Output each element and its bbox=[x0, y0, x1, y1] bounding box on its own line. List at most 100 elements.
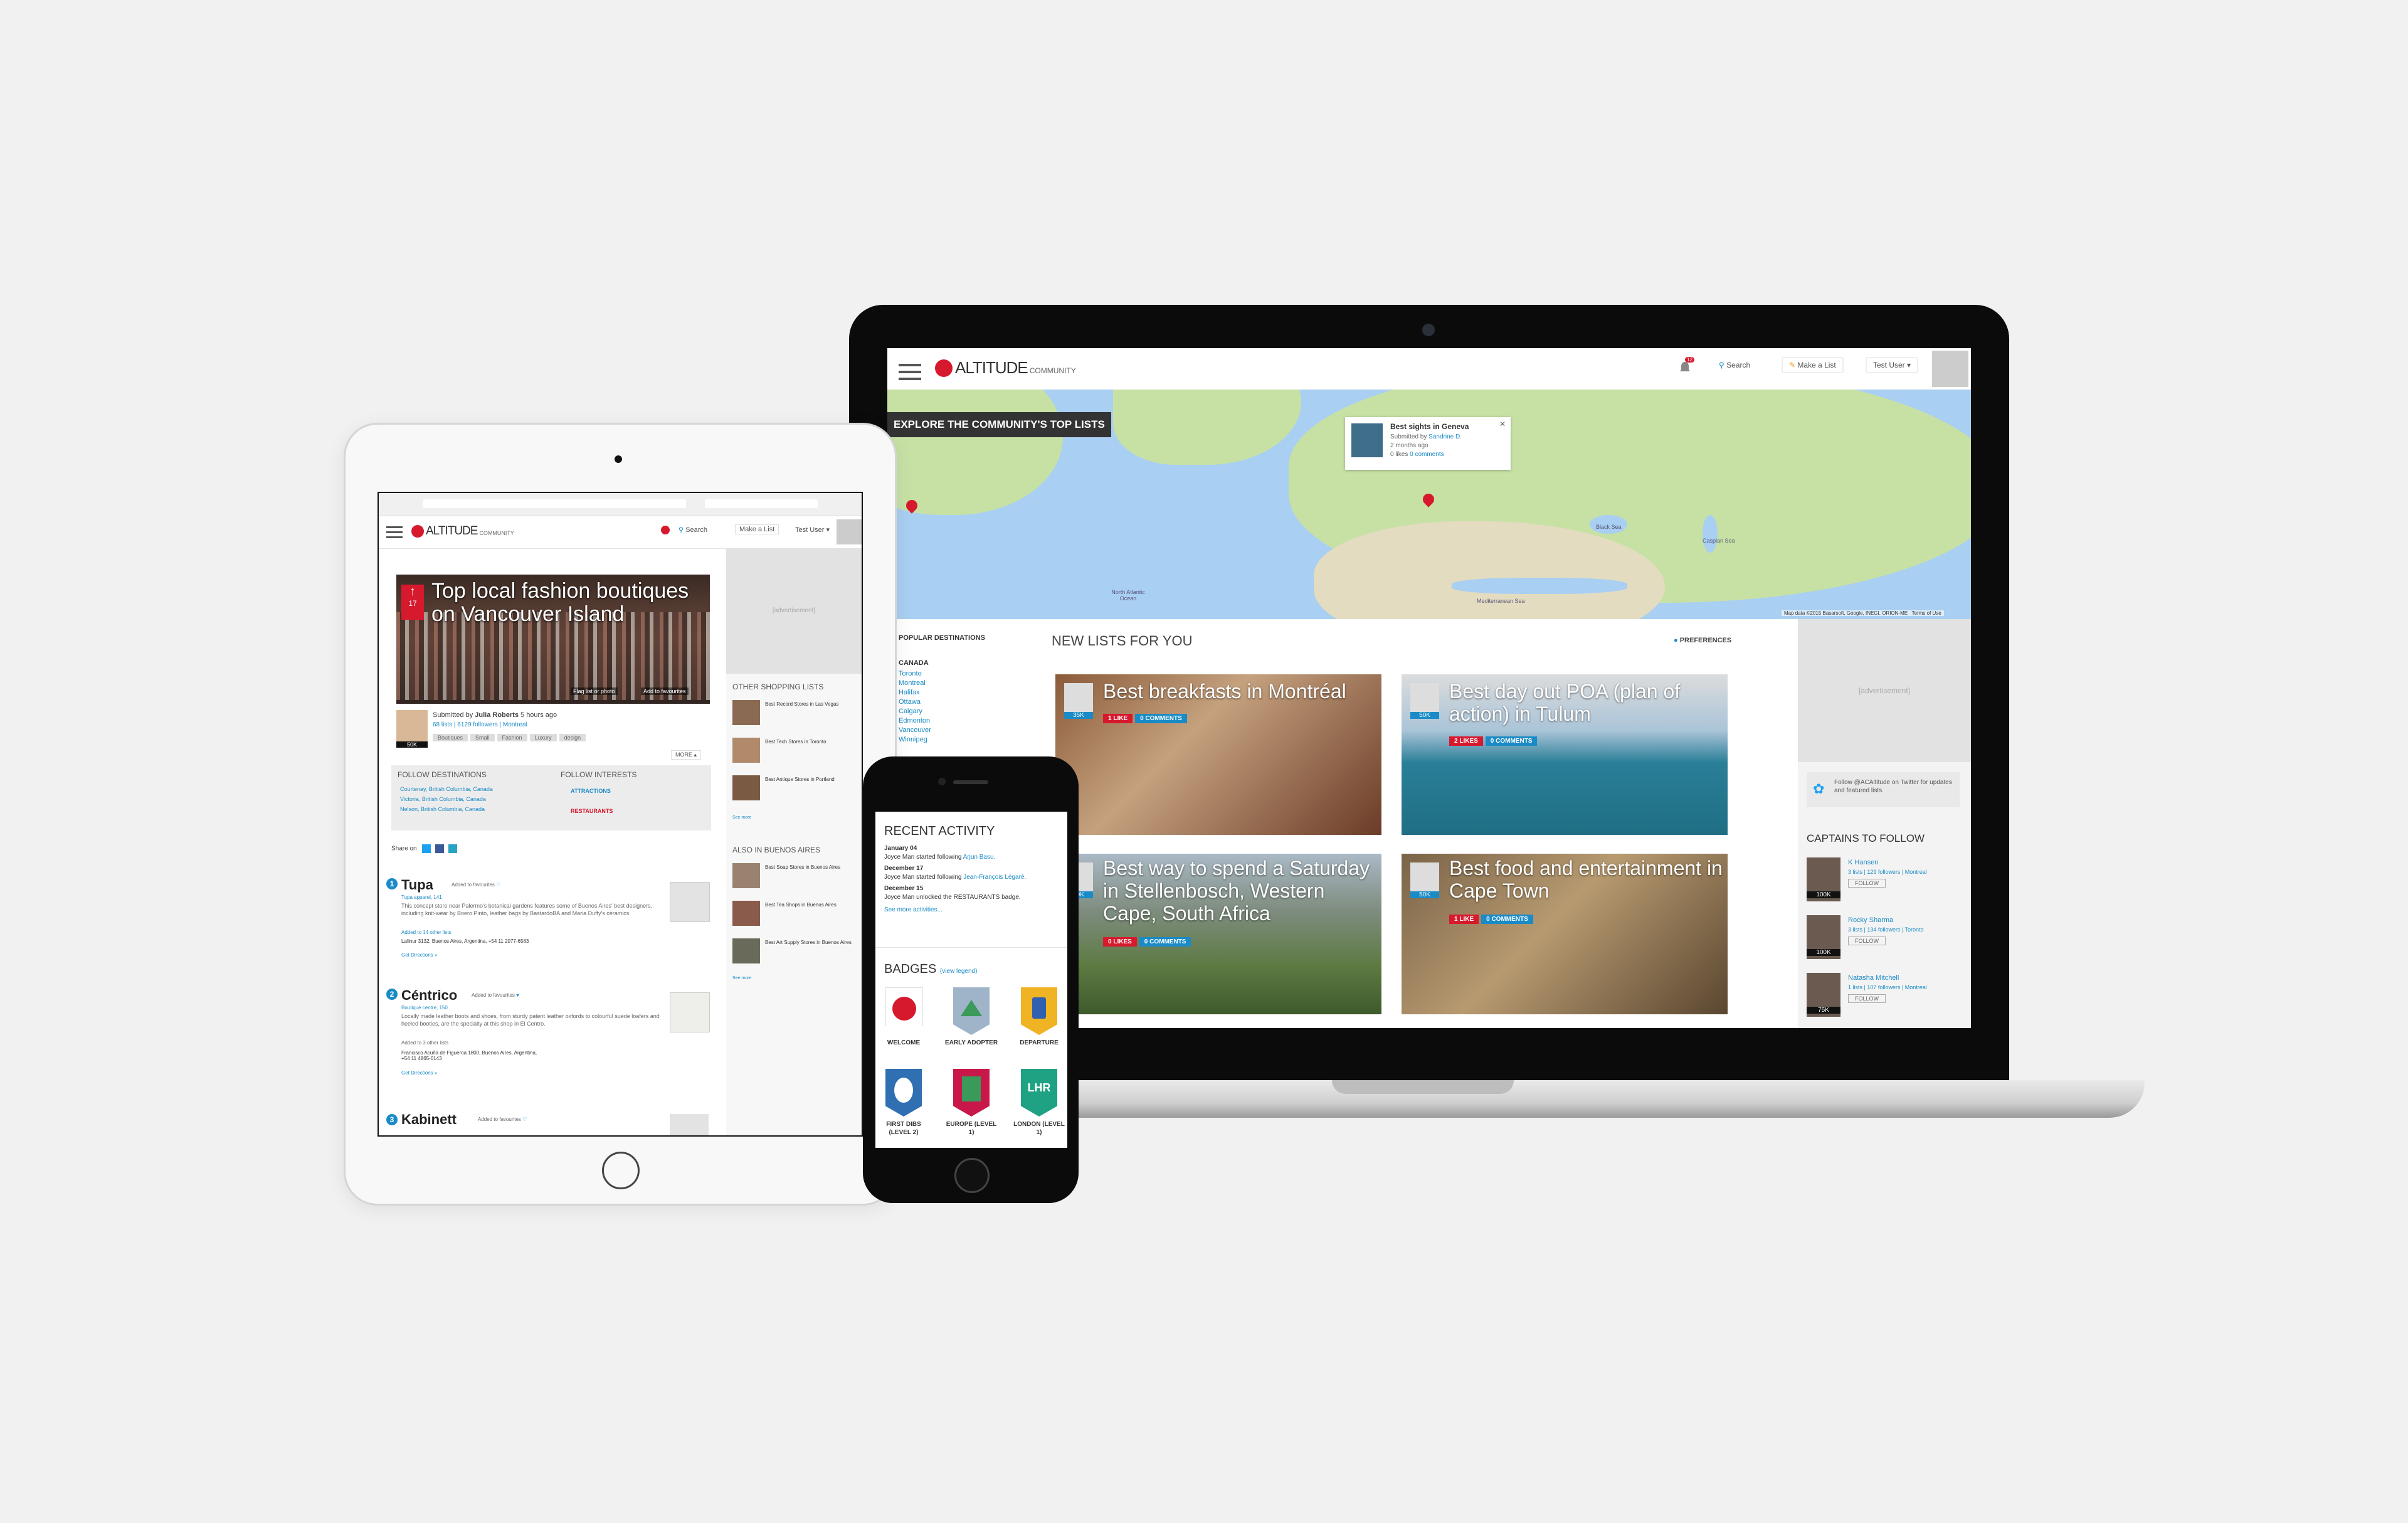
see-more-link[interactable]: See more bbox=[732, 815, 751, 820]
list-card[interactable]: 50K Best way to spend a Saturday in Stel… bbox=[1055, 854, 1381, 1014]
popup-comments[interactable]: 0 comments bbox=[1410, 451, 1444, 458]
comments-pill[interactable]: 0 COMMENTS bbox=[1485, 736, 1538, 746]
side-list-link[interactable]: Best Antique Stores in Portland bbox=[765, 777, 859, 782]
add-favourite-button[interactable]: Add to favourites bbox=[641, 687, 689, 695]
activity-link[interactable]: Jean-François Légaré. bbox=[963, 874, 1026, 881]
list-thumb[interactable] bbox=[732, 738, 760, 763]
flag-button[interactable]: Flag list or photo bbox=[571, 687, 618, 695]
avatar[interactable] bbox=[1932, 351, 1968, 387]
captain-name[interactable]: K Hansen bbox=[1848, 859, 1878, 866]
tag[interactable]: Boutiques bbox=[433, 734, 468, 741]
tag[interactable]: Luxury bbox=[529, 734, 557, 741]
tablet-home-button[interactable] bbox=[602, 1152, 640, 1189]
avatar[interactable] bbox=[837, 519, 862, 544]
view-legend-link[interactable]: (view legend) bbox=[940, 968, 977, 975]
share-icon[interactable] bbox=[448, 844, 457, 853]
get-directions-link[interactable]: Get Directions » bbox=[401, 1070, 437, 1076]
likes-pill[interactable]: 2 LIKES bbox=[1449, 736, 1483, 746]
follow-button[interactable]: FOLLOW bbox=[1848, 879, 1886, 888]
likes-pill[interactable]: 0 LIKES bbox=[1103, 937, 1137, 947]
london-badge-icon[interactable]: LHR bbox=[1021, 1069, 1057, 1117]
twitter-box[interactable]: ✿ Follow @ACAltitude on Twitter for upda… bbox=[1807, 772, 1960, 807]
city-link[interactable]: Halifax bbox=[899, 688, 931, 698]
author-name[interactable]: Julia Roberts bbox=[475, 711, 519, 719]
activity-link[interactable]: Arjun Basu. bbox=[963, 854, 996, 861]
address-bar[interactable] bbox=[423, 499, 686, 508]
browser-search[interactable] bbox=[705, 499, 818, 508]
list-card[interactable]: 50K Best day out POA (plan of action) in… bbox=[1402, 674, 1728, 835]
side-list-link[interactable]: Best Tea Shops in Buenos Aires bbox=[765, 902, 859, 908]
welcome-badge-icon[interactable] bbox=[885, 987, 923, 1036]
map-popup[interactable]: Best sights in Geneva Submitted by Sandr… bbox=[1345, 417, 1511, 470]
close-icon[interactable]: ✕ bbox=[1499, 420, 1506, 428]
likes-pill[interactable]: 1 LIKE bbox=[1103, 714, 1133, 723]
bell-icon[interactable] bbox=[661, 526, 670, 534]
city-link[interactable]: Toronto bbox=[899, 669, 931, 679]
list-thumb[interactable] bbox=[732, 700, 760, 725]
city-link[interactable]: Winnipeg bbox=[899, 735, 931, 745]
list-thumb[interactable] bbox=[732, 863, 760, 888]
city-link[interactable]: Calgary bbox=[899, 707, 931, 716]
preferences-button[interactable]: ● PREFERENCES bbox=[1674, 637, 1731, 644]
city-link[interactable]: Edmonton bbox=[899, 716, 931, 726]
user-menu[interactable]: Test User ▾ bbox=[1866, 357, 1919, 373]
see-more-link[interactable]: See more bbox=[732, 976, 751, 980]
more-button[interactable]: MORE ▴ bbox=[671, 750, 702, 760]
item-added[interactable]: Added to 14 other lists bbox=[401, 930, 452, 935]
side-list-link[interactable]: Best Soap Stores in Buenos Aires bbox=[765, 864, 859, 870]
destination-link[interactable]: Victoria, British Columbia, Canada bbox=[400, 794, 493, 804]
list-card[interactable]: 35K Best breakfasts in Montréal 1 LIKE 0 … bbox=[1055, 674, 1381, 835]
menu-icon[interactable] bbox=[899, 359, 921, 385]
first-dibs-badge-icon[interactable] bbox=[885, 1069, 922, 1117]
list-card[interactable]: 50K Best food and entertainment in Cape … bbox=[1402, 854, 1728, 1014]
search-button[interactable]: ⚲ Search bbox=[679, 526, 707, 534]
likes-pill[interactable]: 1 LIKE bbox=[1449, 915, 1479, 924]
list-thumb[interactable] bbox=[732, 775, 760, 800]
logo[interactable]: ALTITUDE COMMUNITY bbox=[935, 358, 1076, 378]
list-thumb[interactable] bbox=[732, 938, 760, 963]
item-fav[interactable]: Added to favourites ♡ bbox=[452, 882, 500, 888]
phone-home-button[interactable] bbox=[954, 1158, 990, 1193]
item-map-thumbnail[interactable] bbox=[670, 992, 710, 1032]
bell-icon[interactable]: 12 bbox=[1679, 357, 1694, 373]
item-title[interactable]: Céntrico bbox=[401, 987, 457, 1004]
follow-button[interactable]: FOLLOW bbox=[1848, 937, 1886, 945]
destination-link[interactable]: Nelson, British Columbia, Canada bbox=[400, 804, 493, 814]
departure-badge-icon[interactable] bbox=[1021, 987, 1057, 1035]
early-adopter-badge-icon[interactable] bbox=[953, 987, 990, 1035]
twitter-icon[interactable] bbox=[422, 844, 431, 853]
comments-pill[interactable]: 0 COMMENTS bbox=[1135, 714, 1187, 723]
tag[interactable]: Small bbox=[470, 734, 495, 741]
interest-link[interactable]: RESTAURANTS bbox=[571, 808, 613, 814]
map-terms-link[interactable]: Terms of Use bbox=[1912, 610, 1941, 616]
comments-pill[interactable]: 0 COMMENTS bbox=[1481, 915, 1533, 924]
city-link[interactable]: Montreal bbox=[899, 679, 931, 688]
city-link[interactable]: Vancouver bbox=[899, 726, 931, 735]
popup-author[interactable]: Sandrine D. bbox=[1428, 433, 1462, 440]
item-title[interactable]: Kabinett bbox=[401, 1112, 457, 1128]
item-thumbnail[interactable] bbox=[670, 882, 710, 922]
tag[interactable]: Fashion bbox=[497, 734, 527, 741]
captain-name[interactable]: Rocky Sharma bbox=[1848, 916, 1893, 924]
captain-name[interactable]: Natasha Mitchell bbox=[1848, 974, 1899, 982]
europe-badge-icon[interactable] bbox=[953, 1069, 990, 1117]
side-list-link[interactable]: Best Tech Stores in Toronto bbox=[765, 739, 859, 745]
list-thumb[interactable] bbox=[732, 901, 760, 926]
item-title[interactable]: Tupa bbox=[401, 877, 433, 893]
search-button[interactable]: ⚲ Search bbox=[1713, 358, 1756, 372]
comments-pill[interactable]: 0 COMMENTS bbox=[1139, 937, 1191, 947]
make-list-button[interactable]: Make a List bbox=[735, 524, 779, 534]
see-more-activities-link[interactable]: See more activities... bbox=[884, 906, 1060, 915]
tag[interactable]: design bbox=[559, 734, 586, 741]
interest-link[interactable]: ATTRACTIONS bbox=[571, 788, 611, 794]
get-directions-link[interactable]: Get Directions » bbox=[401, 952, 437, 958]
side-list-link[interactable]: Best Art Supply Stores in Buenos Aires bbox=[765, 940, 859, 945]
destination-link[interactable]: Courtenay, British Columbia, Canada bbox=[400, 784, 493, 794]
facebook-icon[interactable] bbox=[435, 844, 445, 853]
make-list-button[interactable]: ✎ Make a List bbox=[1782, 357, 1844, 373]
user-menu[interactable]: Test User ▾ bbox=[795, 526, 830, 534]
item-fav[interactable]: Added to favourites ♥ bbox=[472, 992, 519, 998]
follow-button[interactable]: FOLLOW bbox=[1848, 994, 1886, 1003]
item-added[interactable]: Added to 3 other lists bbox=[401, 1040, 448, 1046]
item-thumbnail[interactable] bbox=[670, 1114, 709, 1135]
